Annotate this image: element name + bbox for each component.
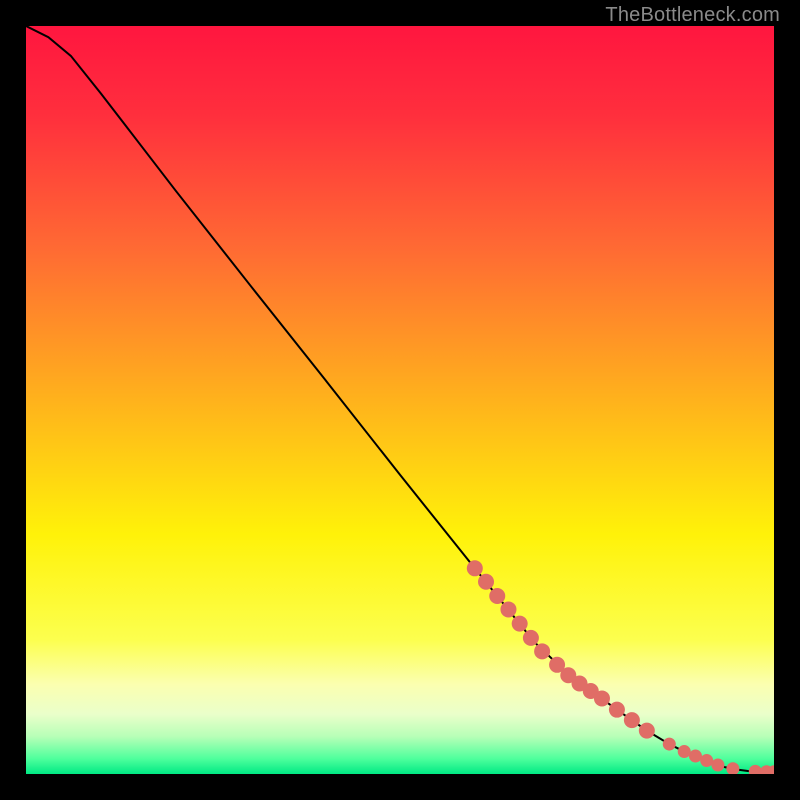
chart-stage: TheBottleneck.com: [0, 0, 800, 800]
plot-area: [26, 26, 774, 774]
attribution-text: TheBottleneck.com: [605, 4, 780, 27]
heat-gradient-background: [26, 26, 774, 774]
